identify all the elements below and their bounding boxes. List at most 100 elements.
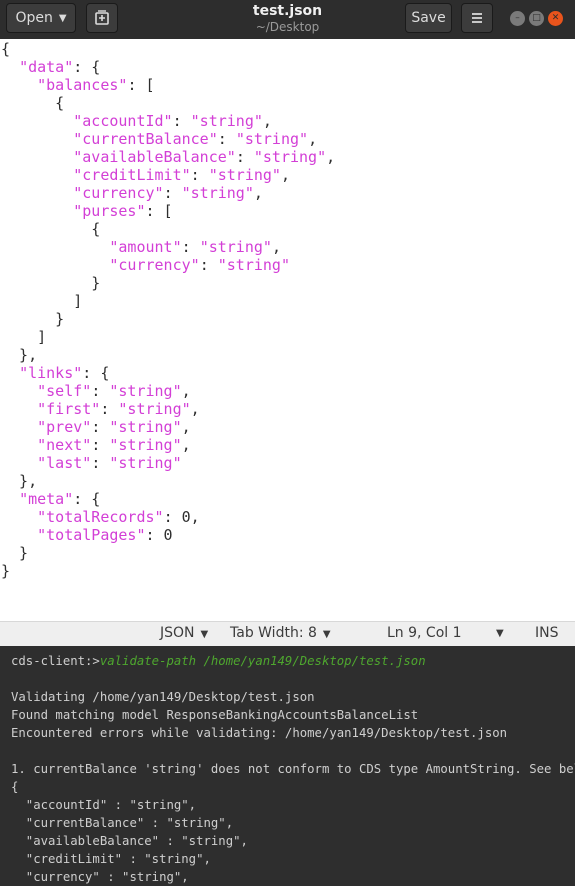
json-punctuation: : bbox=[199, 256, 218, 274]
code-line[interactable]: "balances": [ bbox=[1, 76, 335, 94]
maximize-button[interactable]: □ bbox=[529, 11, 544, 26]
window-title: test.json bbox=[252, 3, 323, 19]
json-string: "string" bbox=[109, 436, 182, 454]
json-punctuation bbox=[1, 490, 19, 508]
window-subtitle: ~/Desktop bbox=[255, 20, 320, 34]
minimize-icon: – bbox=[515, 13, 520, 23]
code-line[interactable]: ] bbox=[1, 292, 335, 310]
json-string: "string" bbox=[109, 382, 182, 400]
code-line[interactable]: } bbox=[1, 310, 335, 328]
json-punctuation: ] bbox=[1, 292, 83, 310]
close-icon: ✕ bbox=[551, 13, 560, 23]
terminal-output: cds-client:>validate-path /home/yan149/D… bbox=[11, 652, 575, 886]
json-punctuation bbox=[1, 112, 73, 130]
json-key: "balances" bbox=[37, 76, 128, 94]
json-punctuation: } bbox=[1, 274, 101, 292]
save-button[interactable]: Save bbox=[405, 3, 452, 33]
json-punctuation: : bbox=[91, 436, 110, 454]
code-line[interactable]: "prev": "string", bbox=[1, 418, 335, 436]
code-line[interactable]: { bbox=[1, 220, 335, 238]
json-key: "currency" bbox=[109, 256, 200, 274]
code-line[interactable]: }, bbox=[1, 472, 335, 490]
json-key: "first" bbox=[37, 400, 101, 418]
code-line[interactable]: "next": "string", bbox=[1, 436, 335, 454]
json-punctuation bbox=[1, 130, 73, 148]
json-string: "string" bbox=[181, 184, 254, 202]
code-line[interactable]: "amount": "string", bbox=[1, 238, 335, 256]
code-line[interactable]: "accountId": "string", bbox=[1, 112, 335, 130]
json-key: "last" bbox=[37, 454, 92, 472]
code-line[interactable]: ] bbox=[1, 328, 335, 346]
code-line[interactable]: } bbox=[1, 544, 335, 562]
json-key: "currency" bbox=[73, 184, 164, 202]
code-line[interactable]: "data": { bbox=[1, 58, 335, 76]
menu-button[interactable] bbox=[461, 3, 493, 33]
status-bar: JSON ▼ Tab Width: 8 ▼ Ln 9, Col 1 ▼ INS bbox=[0, 621, 575, 646]
json-punctuation: : { bbox=[73, 58, 101, 76]
language-selector[interactable]: JSON ▼ bbox=[160, 625, 208, 641]
insert-mode-indicator[interactable]: INS bbox=[535, 625, 559, 641]
window-title-area: test.json ~/Desktop bbox=[180, 3, 395, 35]
code-line[interactable]: } bbox=[1, 274, 335, 292]
terminal-line: Validating /home/yan149/Desktop/test.jso… bbox=[11, 690, 315, 704]
cursor-position[interactable]: Ln 9, Col 1 bbox=[387, 625, 462, 641]
terminal-line: { bbox=[11, 780, 19, 794]
json-string: "string" bbox=[253, 148, 327, 166]
terminal-command: validate-path /home/yan149/Desktop/test.… bbox=[99, 654, 426, 668]
json-punctuation bbox=[1, 76, 37, 94]
code-line[interactable]: "links": { bbox=[1, 364, 335, 382]
json-key: "links" bbox=[19, 364, 83, 382]
json-punctuation: , bbox=[253, 184, 263, 202]
code-line[interactable]: "creditLimit": "string", bbox=[1, 166, 335, 184]
code-line[interactable]: "meta": { bbox=[1, 490, 335, 508]
code-line[interactable]: "availableBalance": "string", bbox=[1, 148, 335, 166]
json-punctuation bbox=[1, 364, 19, 382]
json-punctuation: : 0 bbox=[145, 526, 173, 544]
json-punctuation: , bbox=[271, 238, 281, 256]
close-button[interactable]: ✕ bbox=[548, 11, 563, 26]
json-punctuation: { bbox=[1, 94, 65, 112]
json-key: "data" bbox=[19, 58, 74, 76]
json-punctuation bbox=[1, 256, 109, 274]
code-line[interactable]: "currency": "string", bbox=[1, 184, 335, 202]
code-line[interactable]: "totalRecords": 0, bbox=[1, 508, 335, 526]
code-line[interactable]: "purses": [ bbox=[1, 202, 335, 220]
json-punctuation: ] bbox=[1, 328, 47, 346]
new-document-button[interactable] bbox=[86, 3, 118, 33]
json-punctuation bbox=[1, 418, 37, 436]
code-line[interactable]: "last": "string" bbox=[1, 454, 335, 472]
code-line[interactable]: }, bbox=[1, 346, 335, 364]
terminal-line: "accountId" : "string", bbox=[11, 798, 197, 812]
text-editor[interactable]: { "data": { "balances": [ { "accountId":… bbox=[0, 39, 575, 621]
json-punctuation: : bbox=[190, 166, 209, 184]
json-punctuation: : 0, bbox=[163, 508, 200, 526]
open-label: Open bbox=[15, 10, 53, 26]
json-punctuation: } bbox=[1, 310, 65, 328]
json-key: "totalPages" bbox=[37, 526, 146, 544]
code-line[interactable]: "self": "string", bbox=[1, 382, 335, 400]
json-punctuation bbox=[1, 166, 73, 184]
tab-width-selector[interactable]: Tab Width: 8 ▼ bbox=[230, 625, 331, 641]
code-line[interactable]: { bbox=[1, 40, 335, 58]
json-punctuation: , bbox=[181, 418, 191, 436]
terminal-line: Encountered errors while validating: /ho… bbox=[11, 726, 508, 740]
code-line[interactable]: "first": "string", bbox=[1, 400, 335, 418]
json-key: "totalRecords" bbox=[37, 508, 164, 526]
code-line[interactable]: { bbox=[1, 94, 335, 112]
json-punctuation: : { bbox=[82, 364, 110, 382]
code-line[interactable]: "currentBalance": "string", bbox=[1, 130, 335, 148]
code-line[interactable]: "totalPages": 0 bbox=[1, 526, 335, 544]
open-button[interactable]: Open ▼ bbox=[6, 3, 76, 33]
terminal-line: "currency" : "string", bbox=[11, 870, 189, 884]
code-line[interactable]: } bbox=[1, 562, 335, 580]
terminal-panel[interactable]: cds-client:>validate-path /home/yan149/D… bbox=[0, 646, 575, 886]
json-punctuation: : bbox=[91, 418, 110, 436]
code-line[interactable]: "currency": "string" bbox=[1, 256, 335, 274]
json-punctuation: : bbox=[235, 148, 254, 166]
json-key: "prev" bbox=[37, 418, 92, 436]
minimize-button[interactable]: – bbox=[510, 11, 525, 26]
position-chevron-down-icon[interactable]: ▼ bbox=[496, 628, 504, 639]
json-punctuation: } bbox=[1, 562, 11, 580]
code-content[interactable]: { "data": { "balances": [ { "accountId":… bbox=[1, 40, 335, 580]
